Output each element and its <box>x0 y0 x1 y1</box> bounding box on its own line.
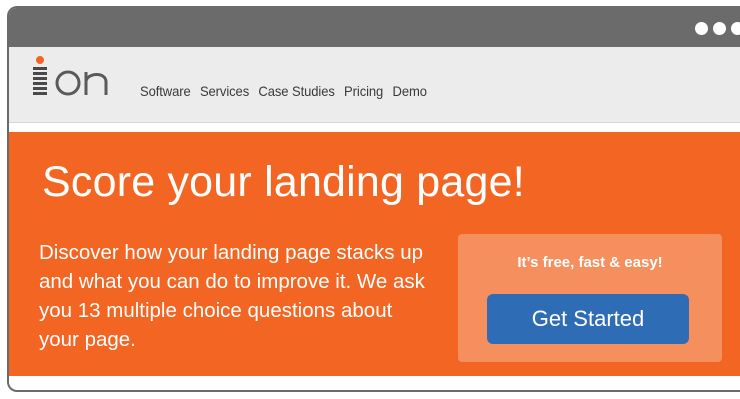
nav-item-demo[interactable]: Demo <box>393 83 427 99</box>
ion-logo[interactable] <box>31 55 121 99</box>
nav-item-pricing[interactable]: Pricing <box>344 83 383 99</box>
get-started-button[interactable]: Get Started <box>487 294 689 344</box>
site-navbar: ion Software Services Case Studies Prici… <box>9 47 740 123</box>
window-dot-icon[interactable] <box>731 22 740 35</box>
hero-section: Score your landing page! Discover how yo… <box>9 132 740 376</box>
window-dot-icon[interactable] <box>713 22 726 35</box>
main-nav: Software Services Case Studies Pricing D… <box>140 83 427 99</box>
nav-item-software[interactable]: Software <box>140 83 191 99</box>
cta-tagline: It’s free, fast & easy! <box>517 254 663 271</box>
nav-item-case-studies[interactable]: Case Studies <box>258 83 334 99</box>
cta-panel: It’s free, fast & easy! Get Started <box>458 234 722 362</box>
hero-title: Score your landing page! <box>42 158 525 206</box>
nav-item-services[interactable]: Services <box>200 83 249 99</box>
window-controls <box>695 22 740 35</box>
window-dot-icon[interactable] <box>695 22 708 35</box>
hero-description: Discover how your landing page stacks up… <box>39 241 425 351</box>
window-titlebar <box>9 8 740 47</box>
browser-window: ion Software Services Case Studies Prici… <box>7 6 740 392</box>
